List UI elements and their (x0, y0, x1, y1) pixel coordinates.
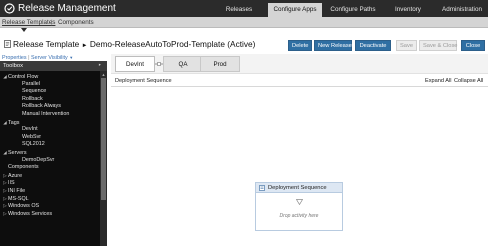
breadcrumb-arrow-icon: ► (81, 43, 88, 49)
toolbox-item[interactable]: ◢Tags (0, 119, 100, 127)
toolbox-item[interactable]: Parallel (0, 81, 100, 89)
toolbox-item[interactable]: ▷MS-SQL (0, 195, 100, 203)
toolbox-list: ◢Control Flow Parallel Sequence Rollback Rol… (0, 73, 100, 217)
save-and-close-button[interactable]: Save & Close (419, 40, 457, 51)
deployment-sequence-activity[interactable]: Deployment Sequence Drop activity here (255, 182, 343, 231)
tab-releases[interactable]: Releases (214, 3, 264, 17)
template-icon (4, 40, 11, 48)
toolbox-item-label: DemoDepSvr (22, 156, 55, 163)
subnav-release-templates[interactable]: Release Templates (2, 18, 55, 27)
deployment-sequence-label: Deployment Sequence (115, 78, 172, 84)
close-button[interactable]: Close (461, 40, 485, 51)
tab-inventory[interactable]: Inventory (386, 3, 430, 17)
toolbox-item-label: Sequence (22, 88, 47, 95)
subnav-components[interactable]: Components (58, 18, 94, 27)
stage-qa[interactable]: QA (163, 56, 203, 72)
toolbox-item[interactable]: Manual Intervention (0, 111, 100, 119)
stage-devint[interactable]: DevInt (115, 56, 155, 72)
tab-configure-apps[interactable]: Configure Apps (268, 3, 322, 17)
toolbox-item[interactable]: ▷Windows Services (0, 210, 100, 218)
drop-activity-hint: Drop activity here (279, 213, 319, 219)
toolbox-item-label: Control Flow (8, 74, 39, 80)
activity-title: Deployment Sequence (268, 185, 327, 191)
toolbox-item-label: Azure (8, 172, 23, 179)
toolbox-item[interactable]: ▷Azure (0, 172, 100, 180)
toolbox-item-label: Manual Intervention (22, 110, 70, 117)
toolbox-item-label: Rollback Always (22, 103, 61, 110)
toolbox-item-label: Parallel (22, 80, 40, 87)
stage-strip: DevInt QA Prod (111, 54, 488, 74)
drop-arrow-icon (296, 199, 303, 205)
toolbox-item-label: Servers (8, 149, 27, 156)
toolbox-item[interactable]: ◢Control Flow (0, 73, 100, 81)
page-title: Release Template ► Demo-ReleaseAutoToPro… (13, 39, 255, 52)
toolbox-item[interactable]: Rollback Always (0, 103, 100, 111)
toolbox-item-label: Rollback (22, 95, 43, 102)
toolbox-item[interactable]: SQL2012 (0, 141, 100, 149)
breadcrumb-root: Release Template (13, 39, 80, 49)
template-name: Demo-ReleaseAutoToProd-Template (Active) (89, 39, 256, 49)
toolbox-item[interactable]: ▷Windows OS (0, 202, 100, 210)
toolbox-item[interactable]: ▷IIS (0, 179, 100, 187)
toolbox-item[interactable]: Sequence (0, 88, 100, 96)
toolbox-item-label: SQL2012 (22, 141, 45, 148)
toolbox-item-label: WebSvr (22, 133, 42, 140)
toolbox-item[interactable]: Rollback (0, 96, 100, 104)
deactivate-button[interactable]: Deactivate (355, 40, 391, 51)
toolbox-item-label: Windows Services (8, 210, 53, 217)
toolbox-item[interactable]: WebSvr (0, 134, 100, 142)
toolbox-item-label: Tags (8, 119, 20, 126)
toolbox-item-label: DevInt (22, 126, 38, 133)
scrollbar-thumb[interactable] (101, 78, 106, 200)
new-release-button[interactable]: New Release (314, 40, 352, 51)
app-title: Release Management (18, 3, 116, 14)
workflow-designer: DevInt QA Prod Deployment Sequence Expan… (111, 54, 488, 246)
toolbox-item-label: Windows OS (8, 203, 40, 210)
sequence-icon (259, 185, 265, 191)
toolbox-scrollbar[interactable]: ▲ (100, 71, 107, 246)
toolbox-item[interactable]: DevInt (0, 126, 100, 134)
activity-header: Deployment Sequence (256, 183, 342, 193)
toolbox-header: Toolbox ‣ (0, 61, 107, 71)
stage-connector-icon (155, 62, 163, 66)
collapse-all-link[interactable]: Collapse All (454, 78, 483, 85)
toolbox-item-label: MS-SQL (8, 195, 29, 202)
stage-prod[interactable]: Prod (200, 56, 240, 72)
active-subnav-indicator (21, 28, 27, 32)
toolbox-item[interactable]: ◢Servers (0, 149, 100, 157)
sub-navigation: Release Templates | Components (0, 17, 488, 28)
toolbox-item-label: INI File (8, 187, 26, 194)
top-bar: Release Management Releases Configure Ap… (0, 0, 488, 17)
toolbox-item-label: IIS (8, 180, 15, 187)
toolbox-panel: Toolbox ‣ ◢Control Flow Parallel Sequence R… (0, 61, 107, 246)
delete-button[interactable]: Delete (288, 40, 312, 51)
toolbox-item[interactable]: DemoDepSvr (0, 157, 100, 165)
save-button[interactable]: Save (396, 40, 417, 51)
toolbox-item[interactable]: ▷INI File (0, 187, 100, 195)
subnav-separator: | (51, 19, 53, 26)
deployment-sequence-bar: Deployment Sequence Expand All Collapse … (111, 76, 488, 87)
release-management-logo-icon (4, 3, 15, 14)
toolbox-item-label: Components (8, 164, 39, 171)
template-header: Release Template ► Demo-ReleaseAutoToPro… (0, 35, 488, 54)
pin-icon[interactable]: ‣ (98, 63, 104, 69)
toolbox-title: Toolbox (3, 63, 23, 69)
expand-all-link[interactable]: Expand All (425, 78, 451, 85)
chevron-down-icon: ▼ (69, 55, 74, 60)
scroll-up-icon[interactable]: ▲ (101, 72, 106, 77)
tab-configure-paths[interactable]: Configure Paths (324, 3, 382, 17)
toolbox-item[interactable]: Components (0, 164, 100, 172)
tab-administration[interactable]: Administration (436, 3, 488, 17)
